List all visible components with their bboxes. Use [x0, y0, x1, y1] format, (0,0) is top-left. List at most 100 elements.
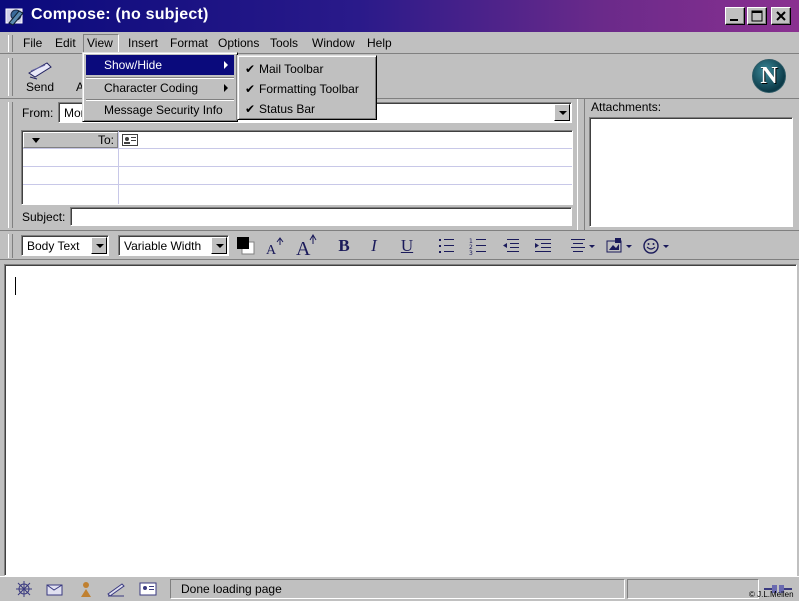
- menubar-grip[interactable]: [8, 35, 13, 52]
- chevron-right-icon: [224, 61, 228, 69]
- chevron-right-icon: [224, 84, 228, 92]
- watermark: © J.L.Mellen: [749, 590, 794, 599]
- title-bar[interactable]: Compose: (no subject): [0, 0, 799, 32]
- recipient-column-divider: [118, 131, 119, 204]
- status-extra-panel: [627, 579, 759, 599]
- from-dropdown-arrow[interactable]: [554, 104, 570, 121]
- alignment-menu-icon[interactable]: [569, 237, 599, 255]
- text-color-icon[interactable]: [236, 236, 256, 256]
- menu-item-mail-toolbar[interactable]: ✔ Mail Toolbar: [241, 59, 373, 79]
- menu-tools[interactable]: Tools: [267, 36, 301, 52]
- menu-item-show-hide-label: Show/Hide: [104, 58, 163, 72]
- toolbar-grip[interactable]: [8, 58, 13, 96]
- menu-tools-label: Tools: [270, 36, 299, 50]
- menu-edit[interactable]: Edit: [52, 36, 79, 52]
- recipient-row[interactable]: [23, 167, 572, 185]
- window-title: Compose: (no subject): [31, 6, 209, 23]
- maximize-button[interactable]: [747, 7, 767, 25]
- send-button[interactable]: Send: [22, 57, 58, 97]
- close-button[interactable]: [771, 7, 791, 25]
- menu-window-label: Window: [312, 36, 355, 50]
- message-body-editor[interactable]: [4, 264, 797, 576]
- formatting-toolbar: Body Text Variable Width A A B I U 123: [0, 230, 799, 260]
- menu-item-formatting-toolbar[interactable]: ✔ Formatting Toolbar: [241, 79, 373, 99]
- insert-object-menu-icon[interactable]: [605, 236, 637, 256]
- svg-text:A: A: [296, 238, 311, 256]
- svg-text:A: A: [266, 243, 277, 256]
- menu-file-label: File: [23, 36, 43, 50]
- bullet-list-icon[interactable]: [437, 237, 457, 255]
- menu-item-status-bar[interactable]: ✔ Status Bar: [241, 99, 373, 119]
- menu-item-message-security-info-label: Message Security Info: [104, 103, 223, 117]
- underline-button[interactable]: U: [397, 235, 417, 257]
- paragraph-style-arrow[interactable]: [91, 237, 107, 254]
- italic-button[interactable]: I: [364, 235, 384, 257]
- netscape-logo-letter: N: [760, 63, 778, 89]
- attachments-pane[interactable]: [589, 117, 793, 227]
- menu-item-show-hide[interactable]: Show/Hide: [86, 55, 234, 75]
- menu-help[interactable]: Help: [364, 36, 395, 52]
- recipient-row[interactable]: [23, 149, 572, 167]
- subject-input[interactable]: [70, 207, 572, 226]
- menu-format[interactable]: Format: [167, 36, 211, 52]
- bold-button[interactable]: B: [334, 235, 354, 257]
- minimize-icon: [730, 19, 738, 21]
- discussion-groups-icon[interactable]: [76, 580, 96, 598]
- composer-icon[interactable]: [106, 580, 126, 598]
- compose-window-icon: [5, 8, 24, 26]
- menu-view-label: View: [87, 36, 113, 50]
- menu-item-formatting-toolbar-label: Formatting Toolbar: [259, 82, 359, 96]
- paragraph-style-value: Body Text: [27, 239, 80, 253]
- menu-item-character-coding[interactable]: Character Coding: [86, 78, 234, 98]
- recipient-row[interactable]: [23, 131, 572, 149]
- send-icon: [28, 62, 52, 80]
- increase-font-size-icon[interactable]: A: [295, 234, 319, 256]
- attachments-label: Attachments:: [591, 100, 662, 114]
- menu-format-label: Format: [170, 36, 209, 50]
- menu-item-message-security-info[interactable]: Message Security Info: [86, 100, 234, 120]
- recipient-table[interactable]: To:: [21, 130, 573, 205]
- numbered-list-icon[interactable]: 123: [469, 237, 489, 255]
- increase-indent-icon[interactable]: [533, 237, 553, 255]
- font-arrow[interactable]: [211, 237, 227, 254]
- address-book-icon[interactable]: [138, 580, 158, 598]
- mailbox-icon[interactable]: [45, 580, 65, 598]
- menu-item-character-coding-label: Character Coding: [104, 81, 199, 95]
- decrease-indent-icon[interactable]: [501, 237, 521, 255]
- text-caret: [15, 277, 16, 295]
- menu-insert-label: Insert: [128, 36, 159, 50]
- netscape-logo[interactable]: N: [752, 59, 786, 93]
- svg-text:3: 3: [469, 250, 473, 255]
- status-bar: Done loading page: [0, 576, 799, 601]
- menu-options[interactable]: Options: [215, 36, 262, 52]
- menu-options-label: Options: [218, 36, 260, 50]
- font-select[interactable]: Variable Width: [118, 235, 229, 256]
- checkmark-icon: ✔: [245, 62, 256, 76]
- menu-file[interactable]: File: [20, 36, 45, 52]
- close-icon: [776, 11, 786, 21]
- maximize-icon: [751, 10, 763, 22]
- smiley-menu-icon[interactable]: [642, 236, 674, 256]
- from-label: From:: [22, 106, 54, 120]
- menu-item-mail-toolbar-label: Mail Toolbar: [259, 62, 324, 76]
- attachments-splitter[interactable]: [577, 99, 585, 230]
- status-text: Done loading page: [181, 582, 282, 596]
- minimize-button[interactable]: [725, 7, 745, 25]
- menu-window[interactable]: Window: [309, 36, 358, 52]
- navigator-icon[interactable]: [14, 580, 34, 598]
- decrease-font-size-icon[interactable]: A: [264, 236, 286, 256]
- font-value: Variable Width: [124, 239, 202, 253]
- format-toolbar-grip[interactable]: [8, 234, 13, 258]
- menu-insert[interactable]: Insert: [125, 36, 161, 52]
- menu-item-status-bar-label: Status Bar: [259, 102, 316, 116]
- menu-bar: File Edit View Insert Format Options Too…: [0, 32, 799, 54]
- paragraph-style-select[interactable]: Body Text: [21, 235, 109, 256]
- menu-view[interactable]: View: [83, 34, 119, 54]
- recipient-row[interactable]: [23, 185, 572, 203]
- checkmark-icon: ✔: [245, 82, 256, 96]
- address-grip[interactable]: [8, 102, 13, 228]
- menu-edit-label: Edit: [55, 36, 76, 50]
- checkmark-icon: ✔: [245, 102, 256, 116]
- subject-label: Subject:: [22, 210, 66, 224]
- menu-help-label: Help: [367, 36, 392, 50]
